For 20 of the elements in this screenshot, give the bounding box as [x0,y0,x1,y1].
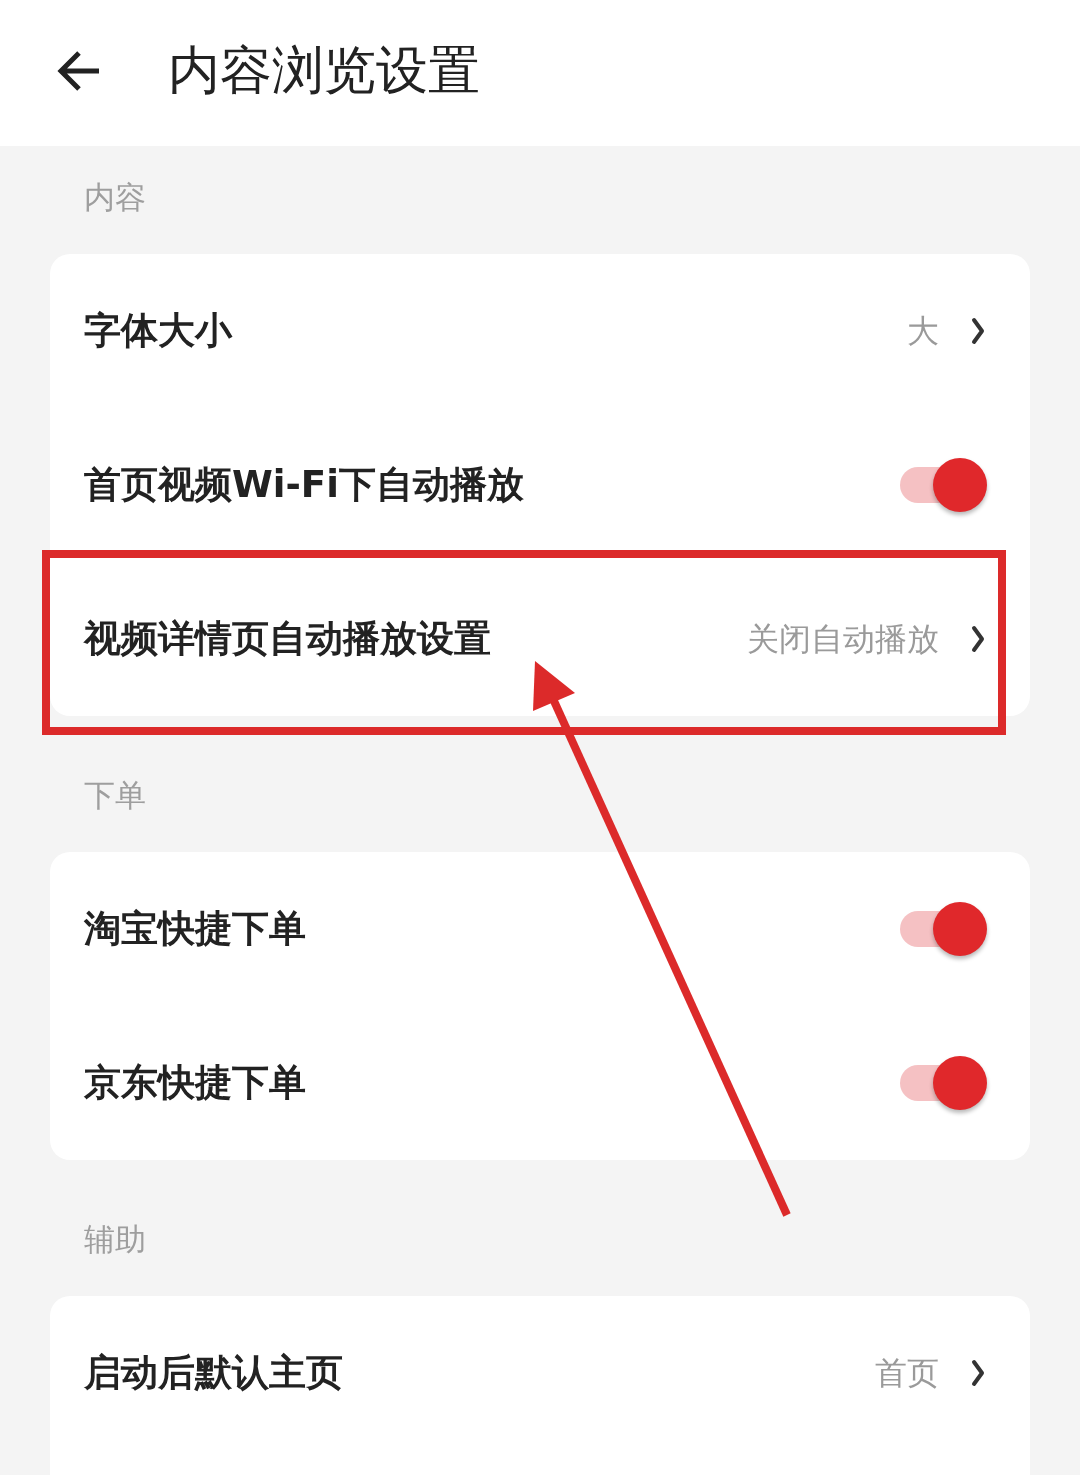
section-title: 内容 [84,178,146,217]
setting-label: 京东快捷下单 [84,1060,306,1106]
setting-value: 首页 [875,1353,939,1393]
toggle-switch[interactable] [900,1055,988,1111]
chevron-right-icon[interactable] [971,317,985,345]
chevron-right-icon[interactable] [971,625,985,653]
setting-label: 启动后默认主页 [84,1350,343,1396]
toggle-switch[interactable] [900,901,988,957]
chevron-right-icon[interactable] [971,1359,985,1387]
setting-value: 关闭自动播放 [747,619,939,659]
setting-label: 首页视频Wi-Fi下自动播放 [84,462,524,508]
page-title: 内容浏览设置 [168,40,480,100]
back-icon[interactable] [55,49,101,93]
setting-label: 字体大小 [84,308,232,354]
section-title: 下单 [84,776,146,815]
section-title: 辅助 [84,1220,146,1259]
setting-label: 视频详情页自动播放设置 [84,616,491,662]
toggle-switch[interactable] [900,457,988,513]
setting-label: 淘宝快捷下单 [84,906,306,952]
setting-value: 大 [907,311,939,351]
